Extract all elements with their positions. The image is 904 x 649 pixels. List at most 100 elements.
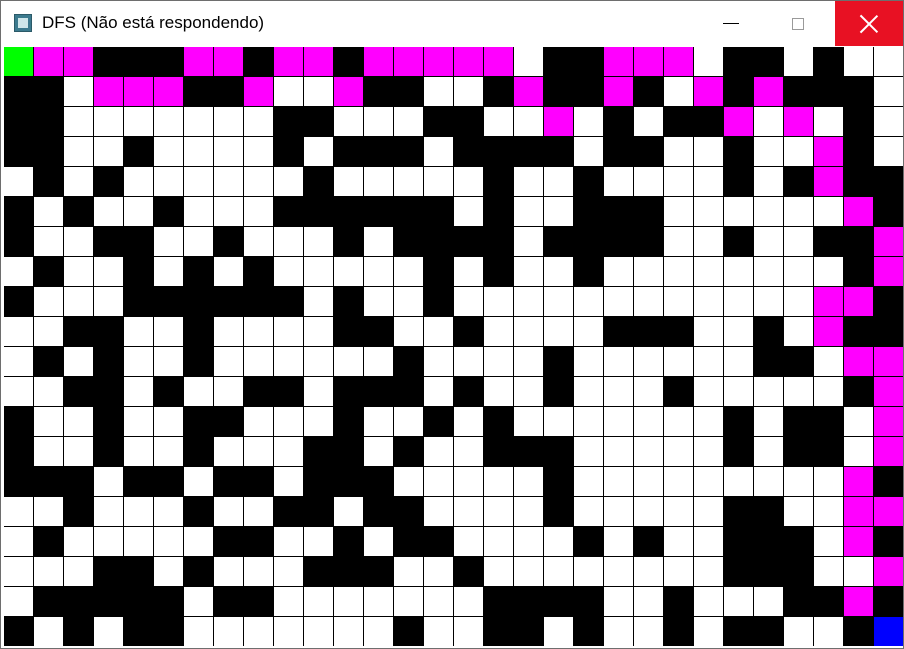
wall-cell — [64, 317, 93, 346]
wall-cell — [334, 197, 363, 226]
open-cell — [214, 377, 243, 406]
wall-cell — [844, 257, 873, 286]
open-cell — [844, 557, 873, 586]
wall-cell — [664, 317, 693, 346]
open-cell — [484, 377, 513, 406]
wall-cell — [574, 527, 603, 556]
wall-cell — [4, 137, 33, 166]
wall-cell — [394, 227, 423, 256]
open-cell — [664, 77, 693, 106]
open-cell — [304, 77, 333, 106]
wall-cell — [754, 617, 783, 646]
open-cell — [34, 407, 63, 436]
open-cell — [64, 227, 93, 256]
wall-cell — [304, 557, 333, 586]
wall-cell — [124, 467, 153, 496]
path-cell — [844, 197, 873, 226]
wall-cell — [4, 197, 33, 226]
open-cell — [394, 407, 423, 436]
open-cell — [484, 557, 513, 586]
wall-cell — [334, 47, 363, 76]
open-cell — [274, 527, 303, 556]
wall-cell — [34, 527, 63, 556]
open-cell — [244, 107, 273, 136]
wall-cell — [574, 77, 603, 106]
open-cell — [604, 467, 633, 496]
wall-cell — [784, 557, 813, 586]
open-cell — [484, 527, 513, 556]
open-cell — [664, 197, 693, 226]
open-cell — [214, 137, 243, 166]
open-cell — [364, 227, 393, 256]
open-cell — [784, 197, 813, 226]
wall-cell — [784, 587, 813, 616]
open-cell — [64, 557, 93, 586]
open-cell — [874, 107, 903, 136]
open-cell — [184, 467, 213, 496]
open-cell — [454, 467, 483, 496]
open-cell — [94, 527, 123, 556]
path-cell — [454, 47, 483, 76]
open-cell — [634, 437, 663, 466]
wall-cell — [574, 47, 603, 76]
open-cell — [274, 167, 303, 196]
open-cell — [694, 317, 723, 346]
wall-cell — [244, 587, 273, 616]
path-cell — [424, 47, 453, 76]
open-cell — [64, 77, 93, 106]
open-cell — [274, 407, 303, 436]
wall-cell — [724, 77, 753, 106]
wall-cell — [544, 137, 573, 166]
wall-cell — [214, 227, 243, 256]
wall-cell — [784, 167, 813, 196]
wall-cell — [334, 317, 363, 346]
wall-cell — [874, 467, 903, 496]
open-cell — [694, 227, 723, 256]
open-cell — [244, 347, 273, 376]
wall-cell — [94, 557, 123, 586]
wall-cell — [844, 107, 873, 136]
wall-cell — [424, 107, 453, 136]
open-cell — [274, 467, 303, 496]
wall-cell — [514, 587, 543, 616]
open-cell — [664, 287, 693, 316]
wall-cell — [664, 107, 693, 136]
wall-cell — [244, 377, 273, 406]
open-cell — [244, 317, 273, 346]
open-cell — [394, 467, 423, 496]
open-cell — [274, 437, 303, 466]
open-cell — [754, 287, 783, 316]
wall-cell — [844, 137, 873, 166]
wall-cell — [514, 137, 543, 166]
wall-cell — [124, 557, 153, 586]
wall-cell — [844, 77, 873, 106]
open-cell — [634, 587, 663, 616]
wall-cell — [724, 407, 753, 436]
title-bar[interactable]: DFS (Não está respondendo) — [1, 1, 903, 46]
open-cell — [124, 527, 153, 556]
open-cell — [574, 407, 603, 436]
wall-cell — [94, 407, 123, 436]
wall-cell — [184, 347, 213, 376]
open-cell — [244, 227, 273, 256]
wall-cell — [664, 617, 693, 646]
close-button[interactable] — [835, 1, 903, 46]
open-cell — [214, 557, 243, 586]
open-cell — [754, 197, 783, 226]
wall-cell — [634, 527, 663, 556]
open-cell — [574, 437, 603, 466]
wall-cell — [184, 317, 213, 346]
minimize-button[interactable] — [698, 1, 763, 46]
open-cell — [394, 167, 423, 196]
open-cell — [454, 287, 483, 316]
wall-cell — [754, 557, 783, 586]
open-cell — [514, 347, 543, 376]
open-cell — [214, 317, 243, 346]
open-cell — [244, 167, 273, 196]
open-cell — [94, 137, 123, 166]
open-cell — [874, 137, 903, 166]
open-cell — [874, 47, 903, 76]
open-cell — [64, 437, 93, 466]
open-cell — [244, 617, 273, 646]
open-cell — [274, 317, 303, 346]
